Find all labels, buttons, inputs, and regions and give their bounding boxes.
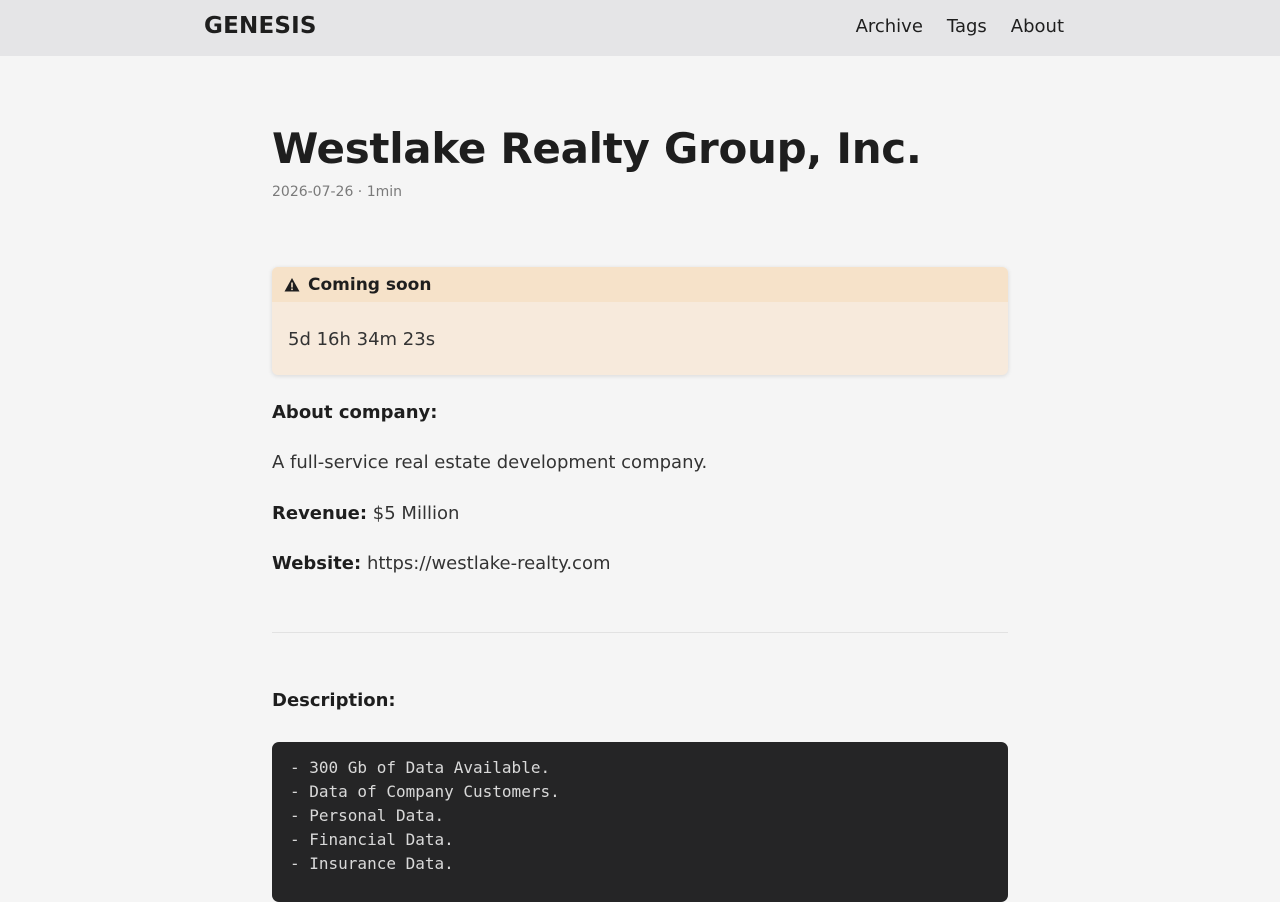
coming-soon-callout: Coming soon 5d 16h 34m 23s xyxy=(272,267,1008,375)
about-label: About company: xyxy=(272,402,438,423)
callout-header: Coming soon xyxy=(272,267,1008,302)
callout-title: Coming soon xyxy=(308,274,432,295)
revenue-row: Revenue: $5 Million xyxy=(272,503,459,524)
revenue-label: Revenue: xyxy=(272,503,368,524)
post-title: Westlake Realty Group, Inc. xyxy=(272,124,922,173)
website-label: Website: xyxy=(272,553,362,574)
code-line: - 300 Gb of Data Available. xyxy=(290,758,551,777)
description-heading: Description: xyxy=(272,690,396,711)
site-header: GENESIS Archive Tags About xyxy=(0,0,1280,56)
description-label: Description: xyxy=(272,690,396,711)
code-line: - Data of Company Customers. xyxy=(290,782,560,801)
website-value: https://westlake-realty.com xyxy=(366,553,611,574)
nav-tags[interactable]: Tags xyxy=(947,16,987,37)
website-row: Website: https://westlake-realty.com xyxy=(272,553,611,574)
code-line: - Personal Data. xyxy=(290,806,445,825)
main-nav: Archive Tags About xyxy=(856,16,1064,37)
section-divider xyxy=(272,632,1008,633)
site-logo[interactable]: GENESIS xyxy=(204,13,317,39)
nav-about[interactable]: About xyxy=(1011,16,1064,37)
nav-archive[interactable]: Archive xyxy=(856,16,923,37)
about-company-text: A full-service real estate development c… xyxy=(272,452,708,473)
code-line: - Financial Data. xyxy=(290,830,454,849)
description-code-block: - 300 Gb of Data Available. - Data of Co… xyxy=(272,742,1008,902)
warning-icon xyxy=(284,277,300,291)
code-line: - Insurance Data. xyxy=(290,854,454,873)
revenue-value: $5 Million xyxy=(372,503,460,524)
post-meta: 2026-07-26 · 1min xyxy=(272,184,403,200)
about-company-label: About company: xyxy=(272,402,437,423)
countdown-timer: 5d 16h 34m 23s xyxy=(288,329,436,350)
